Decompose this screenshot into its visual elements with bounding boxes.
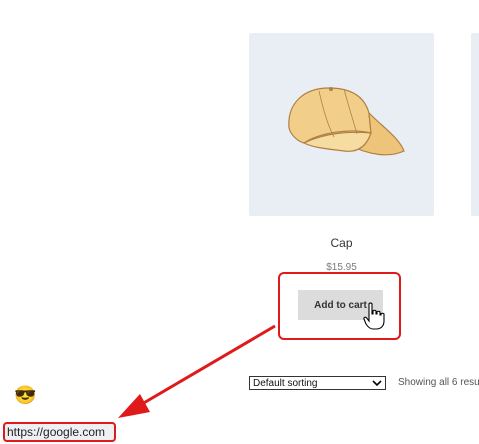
annotation-arrow	[118, 324, 276, 418]
status-bar-url: https://google.com	[3, 422, 116, 442]
sunglasses-emoji-icon: 😎	[14, 385, 37, 405]
status-url-text: https://google.com	[7, 425, 106, 439]
